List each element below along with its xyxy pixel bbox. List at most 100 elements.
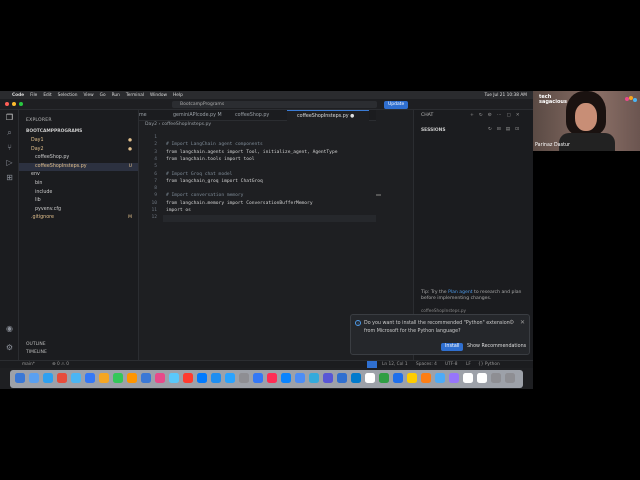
dock-app-icon[interactable] — [29, 373, 39, 383]
dock-app-icon[interactable] — [197, 373, 207, 383]
explorer-item[interactable]: Day1 ● — [19, 137, 138, 145]
language-mode[interactable]: {} Python — [478, 361, 500, 368]
plan-agent-link[interactable]: Plan agent — [448, 290, 473, 295]
extensions-icon[interactable]: ⊞ — [5, 173, 14, 182]
dock-app-icon[interactable] — [183, 373, 193, 383]
dock-app-icon[interactable] — [253, 373, 263, 383]
menubar-clock[interactable]: Tue Jul 21 10:38 AM — [485, 93, 527, 98]
outline-header[interactable]: OUTLINE — [26, 342, 46, 347]
explorer-icon[interactable]: ❐ — [5, 113, 14, 122]
dock-app-icon[interactable] — [225, 373, 235, 383]
code-line[interactable]: # Import Groq chat model — [166, 172, 232, 177]
dock-app-icon[interactable] — [323, 373, 333, 383]
branch-indicator[interactable]: main* — [22, 361, 35, 368]
line-ending[interactable]: LF — [466, 361, 471, 368]
encoding[interactable]: UTF-8 — [445, 361, 458, 368]
dock-app-icon[interactable] — [281, 373, 291, 383]
explorer-item[interactable]: coffeeShop.py — [19, 154, 138, 162]
dock-app-icon[interactable] — [239, 373, 249, 383]
dock-app-icon[interactable] — [169, 373, 179, 383]
dock-app-icon[interactable] — [505, 373, 515, 383]
explorer-item[interactable]: coffeeShopInsteps.py U — [19, 162, 138, 171]
filter-icon[interactable]: ⊟ — [497, 127, 501, 132]
tab-coffeeshopinsteps[interactable]: coffeeShopInsteps.py ● — [287, 110, 369, 121]
close-window-icon[interactable] — [5, 102, 9, 106]
source-control-icon[interactable]: ⑂ — [5, 143, 14, 152]
explorer-root[interactable]: BOOTCAMPPROGRAMS — [19, 128, 138, 136]
menu-window[interactable]: Window — [150, 93, 167, 98]
tab-me[interactable]: me — [139, 110, 147, 121]
dock-app-icon[interactable] — [463, 373, 473, 383]
explorer-item[interactable]: env — [19, 171, 138, 179]
dock-app-icon[interactable] — [141, 373, 151, 383]
dock-app-icon[interactable] — [337, 373, 347, 383]
menubar-app-name[interactable]: Code — [12, 93, 24, 98]
code-line[interactable]: from langchain_groq import ChatGroq — [166, 179, 263, 184]
explorer-item[interactable]: include — [19, 189, 138, 197]
dock-app-icon[interactable] — [43, 373, 53, 383]
minimize-window-icon[interactable] — [12, 102, 16, 106]
sessions-header[interactable]: SESSIONS — [421, 128, 446, 133]
timeline-header[interactable]: TIMELINE — [26, 350, 47, 355]
dock-app-icon[interactable] — [491, 373, 501, 383]
scroll-thumb[interactable] — [376, 194, 381, 196]
code-editor[interactable]: 1 2 # Import LangChain agent components 3 fr… — [139, 129, 379, 360]
dock-app-icon[interactable] — [113, 373, 123, 383]
dock-app-icon[interactable] — [407, 373, 417, 383]
show-recommendations-button[interactable]: Show Recommendations — [467, 343, 526, 351]
notification-close-icon[interactable]: ✕ — [520, 319, 525, 326]
chat-file-chip[interactable]: coffeeShopInsteps.py — [421, 308, 466, 313]
menu-view[interactable]: View — [83, 93, 93, 98]
dock-app-icon[interactable] — [127, 373, 137, 383]
update-button[interactable]: Update — [384, 100, 409, 109]
settings-gear-icon[interactable]: ⚙ — [5, 343, 14, 352]
dock-app-icon[interactable] — [421, 373, 431, 383]
menu-terminal[interactable]: Terminal — [126, 93, 144, 98]
indentation[interactable]: Spaces: 4 — [416, 361, 437, 368]
refresh-icon[interactable]: ↻ — [488, 127, 492, 132]
notification-settings-icon[interactable]: ⚙ — [509, 319, 514, 326]
dock-app-icon[interactable] — [351, 373, 361, 383]
menu-file[interactable]: File — [30, 93, 37, 98]
menu-run[interactable]: Run — [112, 93, 120, 98]
command-center-search[interactable]: BootcampPrograms — [172, 101, 377, 108]
dock-app-icon[interactable] — [99, 373, 109, 383]
archive-icon[interactable]: ▤ — [506, 127, 510, 132]
collapse-icon[interactable]: ⊡ — [515, 127, 519, 132]
dock-app-icon[interactable] — [57, 373, 67, 383]
dock-app-icon[interactable] — [267, 373, 277, 383]
explorer-item[interactable]: Day2 ● — [19, 146, 138, 154]
zoom-window-icon[interactable] — [19, 102, 23, 106]
problems-indicator[interactable]: ⊗ 0 ⚠ 0 — [52, 361, 69, 368]
explorer-item[interactable]: pyvenv.cfg — [19, 206, 138, 214]
maximize-icon[interactable]: ▢ — [506, 113, 510, 118]
account-icon[interactable]: ◉ — [5, 324, 14, 333]
dock-app-icon[interactable] — [379, 373, 389, 383]
menu-help[interactable]: Help — [173, 93, 183, 98]
code-line[interactable]: import os — [166, 208, 191, 213]
tab-coffeeshop[interactable]: coffeeShop.py — [225, 110, 269, 121]
dock-app-icon[interactable] — [393, 373, 403, 383]
code-line[interactable]: # Import LangChain agent components — [166, 142, 263, 147]
dock-app-icon[interactable] — [211, 373, 221, 383]
dock-app-icon[interactable] — [435, 373, 445, 383]
dock-app-icon[interactable] — [71, 373, 81, 383]
explorer-item[interactable]: bin — [19, 180, 138, 188]
dock-app-icon[interactable] — [309, 373, 319, 383]
more-icon[interactable]: ⋯ — [497, 113, 502, 118]
dock-app-icon[interactable] — [155, 373, 165, 383]
breadcrumb[interactable]: Day2 › coffeeShopInsteps.py — [139, 121, 376, 129]
explorer-item[interactable]: lib — [19, 197, 138, 205]
search-icon[interactable]: ⌕ — [5, 128, 14, 137]
menu-edit[interactable]: Edit — [43, 93, 51, 98]
remote-indicator[interactable] — [367, 361, 377, 368]
settings-icon[interactable]: ⚙ — [488, 113, 492, 118]
dock-app-icon[interactable] — [477, 373, 487, 383]
code-line[interactable]: from langchain.agents import Tool, initi… — [166, 150, 337, 155]
code-line[interactable]: from langchain.tools import tool — [166, 157, 255, 162]
menu-selection[interactable]: Selection — [58, 93, 78, 98]
cursor-position[interactable]: Ln 12, Col 1 — [382, 361, 408, 368]
explorer-item[interactable]: .gitignore M — [19, 214, 138, 222]
dock-app-icon[interactable] — [449, 373, 459, 383]
code-line[interactable]: from langchain.memory import Conversatio… — [166, 201, 313, 206]
